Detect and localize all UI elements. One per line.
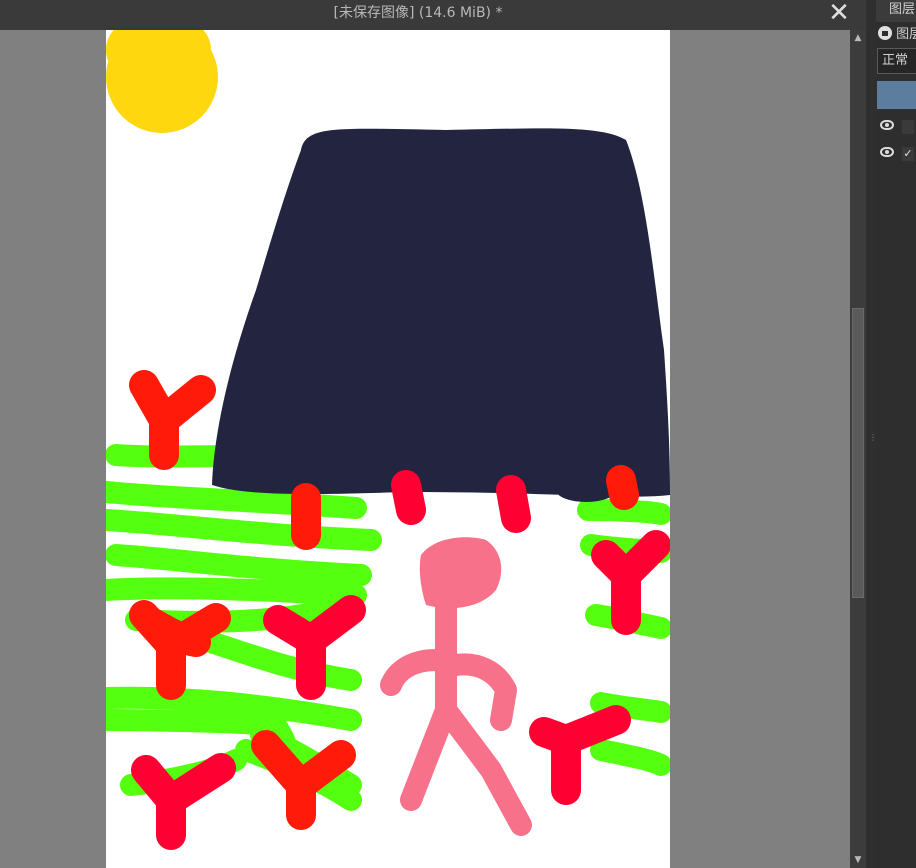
scroll-down-icon[interactable]: ▼ <box>852 854 864 866</box>
layer-checkbox[interactable] <box>902 120 914 134</box>
window-title: [未保存图像] (14.6 MiB) * <box>333 5 503 21</box>
vertical-scrollbar[interactable]: ▲ ▼ <box>850 30 866 868</box>
layer-row[interactable]: ✓ <box>876 141 916 167</box>
visibility-eye-icon[interactable] <box>880 120 894 130</box>
blend-mode-select[interactable]: 正常 <box>877 48 916 74</box>
pink-figure <box>380 537 532 836</box>
drawing-canvas[interactable] <box>106 30 670 868</box>
splitter-grip-icon[interactable]: ⋮ <box>869 434 877 452</box>
layers-panel: 图层 图层 正常 ✓ <box>876 0 916 868</box>
selected-layer-row[interactable] <box>877 81 916 109</box>
layer-filter-label: 图层 <box>896 27 916 42</box>
drawing-artwork <box>106 30 670 850</box>
layer-row[interactable] <box>876 114 916 140</box>
scroll-up-icon[interactable]: ▲ <box>852 32 864 44</box>
scrollbar-thumb[interactable] <box>852 308 864 598</box>
navy-shape <box>212 128 670 502</box>
lock-icon[interactable] <box>878 26 892 40</box>
layer-checkbox[interactable]: ✓ <box>902 147 914 161</box>
layer-filter-row[interactable]: 图层 <box>876 24 916 46</box>
close-icon[interactable]: ✕ <box>824 0 854 28</box>
sun-blob <box>106 30 218 133</box>
visibility-eye-icon[interactable] <box>880 147 894 157</box>
window-titlebar: [未保存图像] (14.6 MiB) * ✕ <box>0 0 866 30</box>
panel-splitter[interactable]: ⋮ <box>866 0 877 868</box>
tab-layers[interactable]: 图层 <box>876 0 916 22</box>
